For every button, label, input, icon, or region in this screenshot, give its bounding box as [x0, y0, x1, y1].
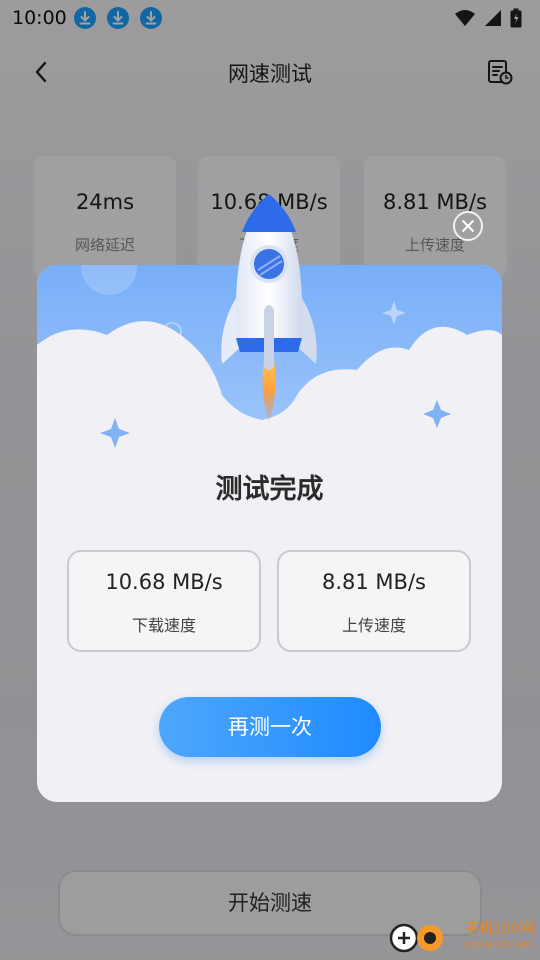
download-result-value: 10.68 MB/s: [105, 570, 223, 594]
watermark-logo-icon: [389, 923, 443, 953]
dialog-title: 测试完成: [215, 474, 324, 505]
watermark-subtext: mobile100.com: [462, 940, 532, 950]
download-result-label: 下载速度: [131, 616, 196, 635]
watermark-text: 手机100网: [465, 921, 534, 937]
download-result-card: 10.68 MB/s 下载速度: [67, 550, 261, 652]
close-icon[interactable]: [452, 210, 484, 242]
upload-result-value: 8.81 MB/s: [322, 570, 426, 594]
upload-result-label: 上传速度: [341, 616, 406, 635]
rocket-icon: [221, 194, 317, 424]
retest-button[interactable]: 再测一次: [159, 697, 381, 757]
watermark: 手机100网 mobile100.com: [388, 918, 538, 958]
upload-result-card: 8.81 MB/s 上传速度: [277, 550, 471, 652]
